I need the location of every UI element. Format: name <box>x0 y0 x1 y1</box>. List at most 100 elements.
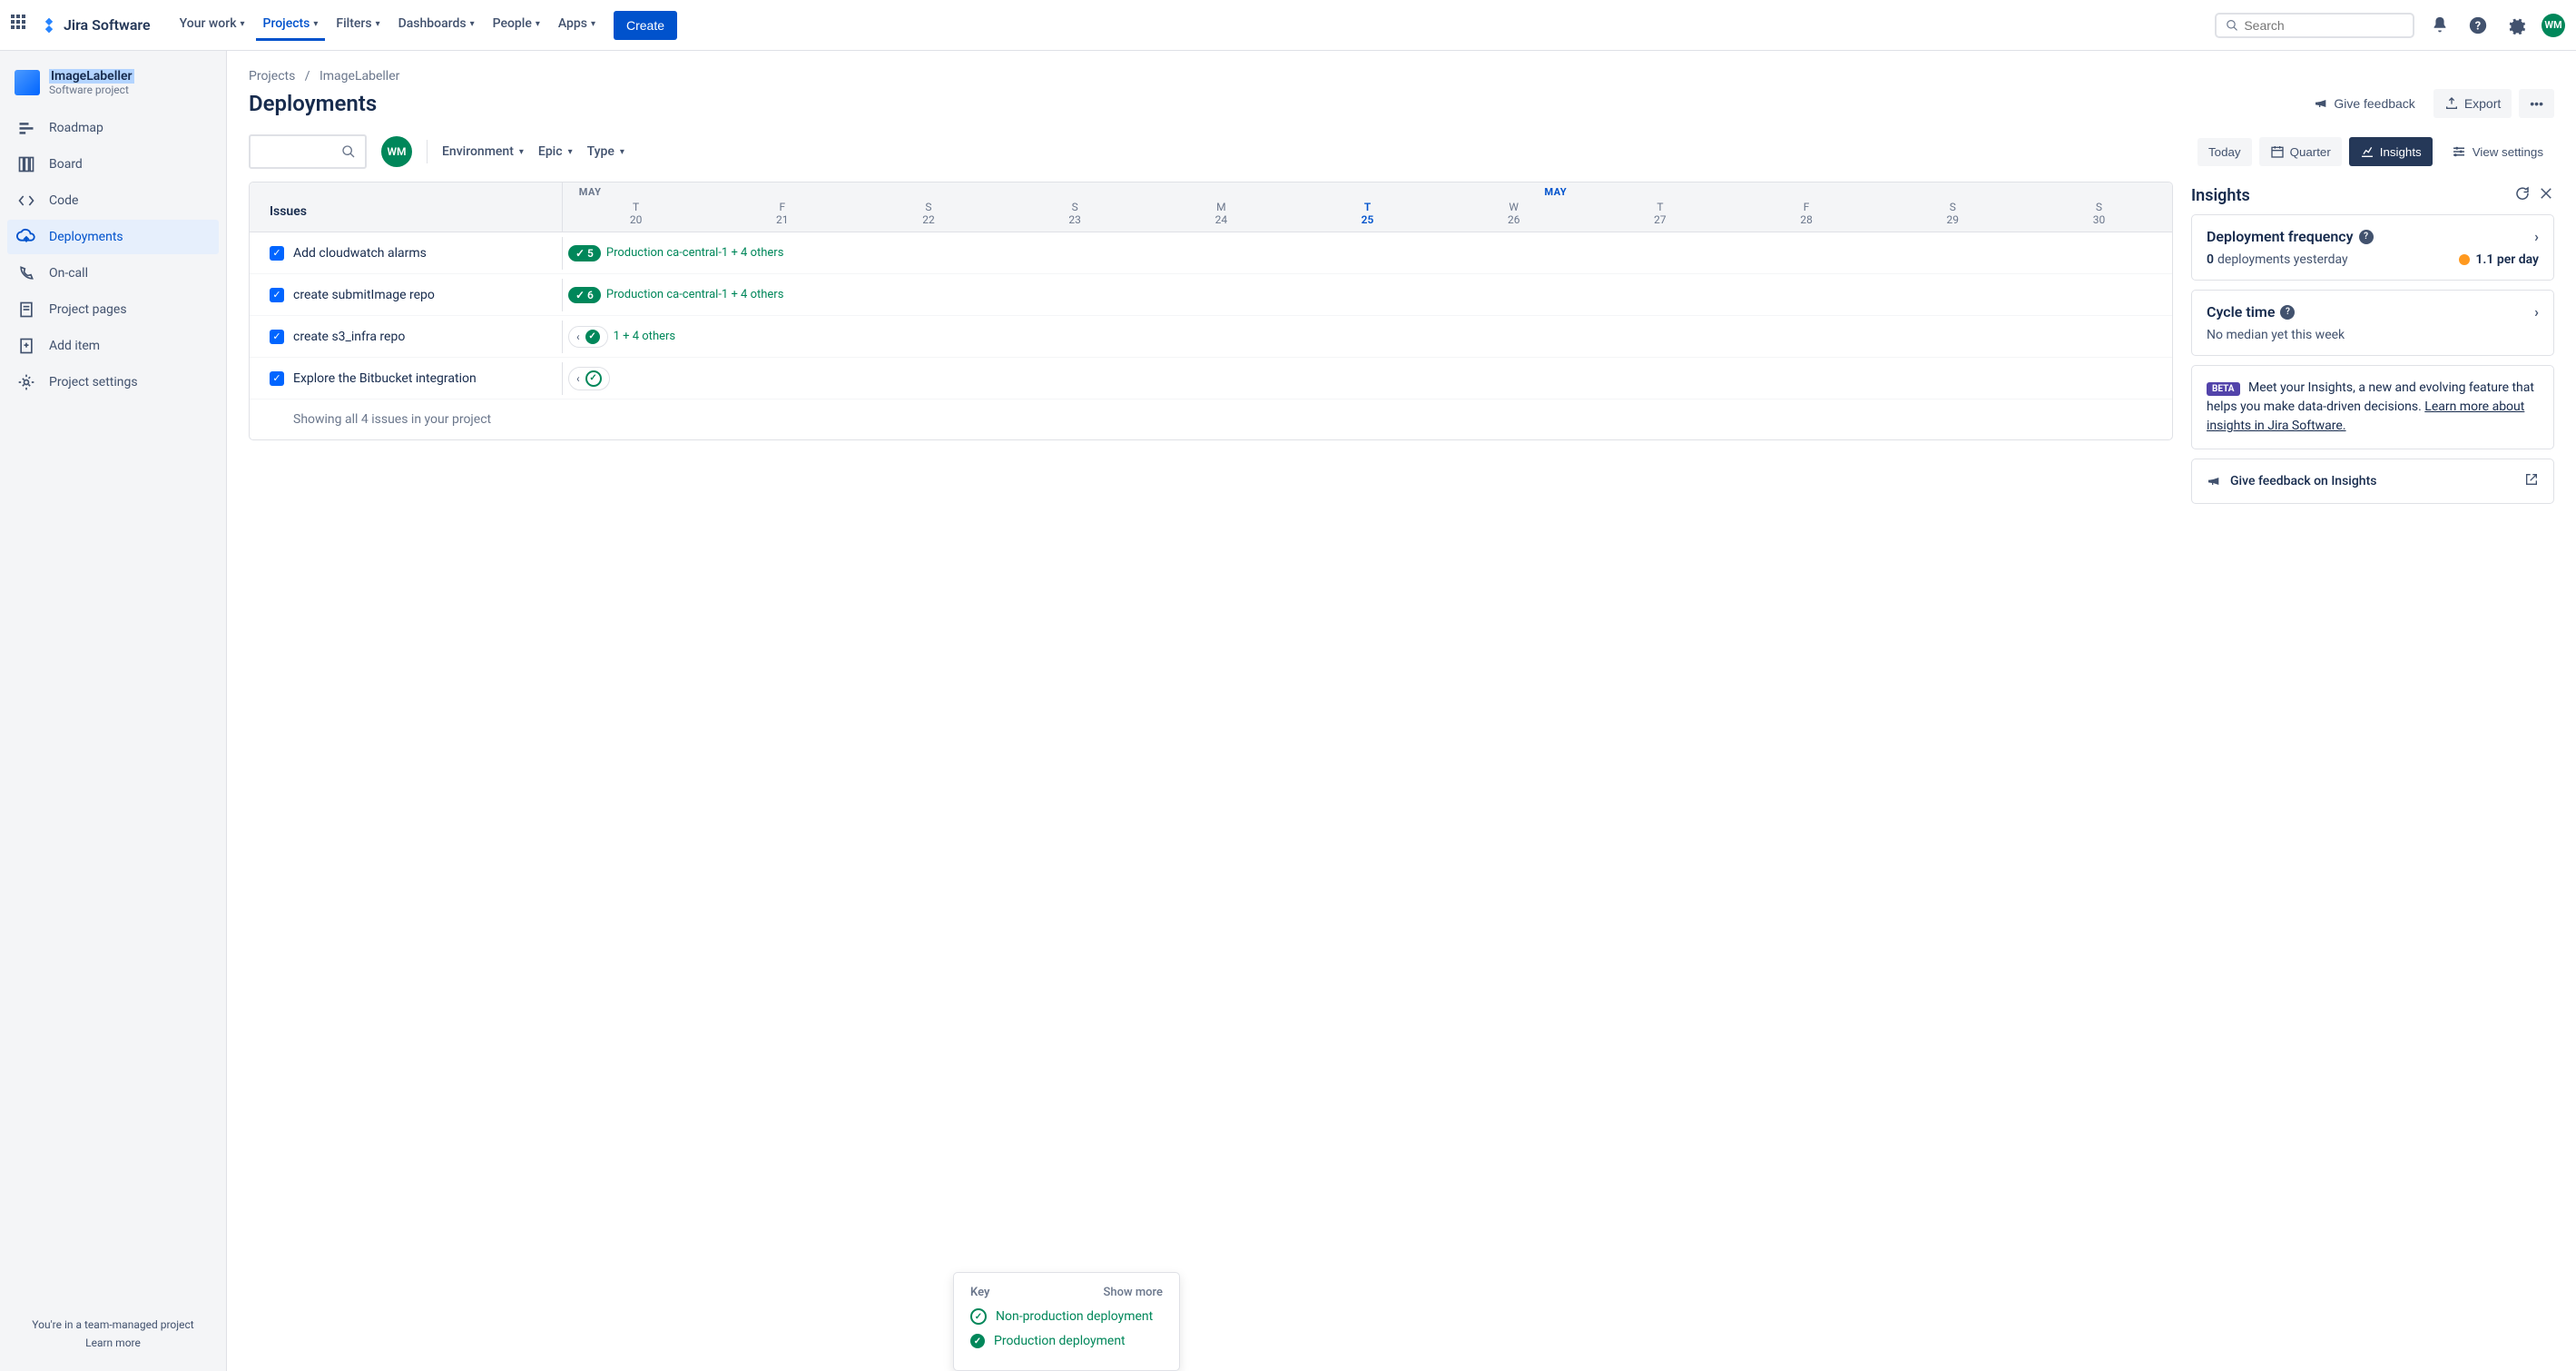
view-settings-button[interactable]: View settings <box>2440 136 2554 167</box>
filter-avatar[interactable]: WM <box>381 136 412 167</box>
deploy-cell: ✓ 6Production ca-central-1 + 4 others <box>563 287 2172 303</box>
svg-text:?: ? <box>2475 19 2481 33</box>
date-column: S22 <box>855 182 1001 232</box>
sidebar-item-add-item[interactable]: Add item <box>7 329 219 363</box>
add-icon <box>16 336 36 356</box>
breadcrumb-current[interactable]: ImageLabeller <box>320 69 399 84</box>
jira-logo[interactable]: Jira Software <box>40 16 151 35</box>
filter-search[interactable] <box>249 134 367 169</box>
issue-cell: ✓ create s3_infra repo <box>250 321 563 353</box>
beta-info-card: BETA Meet your Insights, a new and evolv… <box>2191 365 2554 449</box>
sidebar-item-oncall[interactable]: On-call <box>7 256 219 291</box>
nav-projects[interactable]: Projects▾ <box>256 9 326 41</box>
help-icon[interactable]: ? <box>2465 13 2491 38</box>
date-column: S30 <box>2026 182 2172 232</box>
chevron-right-icon: › <box>2534 228 2539 245</box>
key-item: ✓ Non-production deployment <box>970 1308 1163 1325</box>
issue-type-icon: ✓ <box>270 330 284 344</box>
issue-row[interactable]: ✓create s3_infra repo‹✓1 + 4 others <box>250 316 2172 358</box>
deploy-chip[interactable]: ‹✓ <box>568 326 608 348</box>
chevron-left-icon: ‹ <box>576 372 580 385</box>
issue-row[interactable]: ✓create submitImage repo✓ 6Production ca… <box>250 274 2172 316</box>
nav-people[interactable]: People▾ <box>486 9 547 41</box>
chevron-down-icon: ▾ <box>568 147 573 157</box>
settings-icon[interactable] <box>2503 13 2529 38</box>
sidebar-item-code[interactable]: Code <box>7 183 219 218</box>
app-switcher-icon[interactable] <box>11 15 33 36</box>
nav-filters[interactable]: Filters▾ <box>329 9 387 41</box>
refresh-icon[interactable] <box>2514 185 2531 205</box>
issue-cell: ✓create submitImage repo <box>250 279 563 311</box>
filter-epic[interactable]: Epic▾ <box>538 144 573 159</box>
show-more-link[interactable]: Show more <box>1104 1286 1164 1299</box>
issue-row[interactable]: ✓Explore the Bitbucket integration‹✓ <box>250 358 2172 399</box>
more-icon: ••• <box>2530 96 2543 111</box>
export-button[interactable]: Export <box>2433 89 2512 118</box>
nav-apps[interactable]: Apps▾ <box>551 9 603 41</box>
chevron-right-icon: › <box>2534 303 2539 321</box>
sidebar-item-deployments[interactable]: Deployments <box>7 220 219 254</box>
issue-title: create s3_infra repo <box>293 330 405 344</box>
chevron-down-icon: ▾ <box>536 19 540 29</box>
create-button[interactable]: Create <box>614 11 677 40</box>
search-input[interactable] <box>2244 18 2404 33</box>
deployment-frequency-card[interactable]: Deployment frequency ? › 0 deployments y… <box>2191 214 2554 281</box>
sidebar-item-project-settings[interactable]: Project settings <box>7 365 219 399</box>
deploy-cell: ‹✓1 + 4 others <box>563 326 2172 348</box>
today-button[interactable]: Today <box>2197 138 2252 166</box>
pages-icon <box>16 300 36 320</box>
chevron-left-icon: ‹ <box>576 330 580 343</box>
deploy-summary: Production ca-central-1 + 4 others <box>606 246 784 260</box>
chevron-down-icon: ▾ <box>620 147 624 157</box>
month-label: MAY <box>579 186 602 198</box>
deploy-summary: 1 + 4 others <box>614 330 676 343</box>
oncall-icon <box>16 263 36 283</box>
info-icon: ? <box>2359 230 2374 244</box>
search-icon <box>341 144 356 159</box>
issue-type-icon: ✓ <box>270 288 284 302</box>
insights-button[interactable]: Insights <box>2349 137 2433 166</box>
sidebar-item-roadmap[interactable]: Roadmap <box>7 111 219 145</box>
cycle-time-card[interactable]: Cycle time ? › No median yet this week <box>2191 290 2554 356</box>
breadcrumb: Projects / ImageLabeller <box>249 69 2554 84</box>
key-item: ✓ Production deployment <box>970 1334 1163 1348</box>
nav-your-work[interactable]: Your work▾ <box>172 9 252 41</box>
sidebar-item-project-pages[interactable]: Project pages <box>7 292 219 327</box>
check-circle-solid-icon: ✓ <box>970 1334 985 1348</box>
insights-feedback-card[interactable]: Give feedback on Insights <box>2191 459 2554 504</box>
close-icon[interactable] <box>2538 185 2554 205</box>
check-circle-solid-icon: ✓ <box>585 330 600 344</box>
project-icon <box>15 70 40 95</box>
insights-title: Insights <box>2191 186 2250 205</box>
timeline-footer: Showing all 4 issues in your project <box>250 399 2172 439</box>
filter-type[interactable]: Type▾ <box>587 144 624 159</box>
board-icon <box>16 154 36 174</box>
deploy-count-badge: ✓ 5 <box>568 245 601 261</box>
date-column: S29 <box>1880 182 2026 232</box>
page-title: Deployments <box>249 91 377 116</box>
divider <box>427 140 428 163</box>
nav-dashboards[interactable]: Dashboards▾ <box>391 9 482 41</box>
check-circle-outline-icon: ✓ <box>970 1308 987 1325</box>
more-button[interactable]: ••• <box>2519 89 2554 118</box>
date-column: S23 <box>1002 182 1148 232</box>
notifications-icon[interactable] <box>2427 13 2453 38</box>
project-header[interactable]: ImageLabeller Software project <box>7 65 219 111</box>
user-avatar[interactable]: WM <box>2542 14 2565 37</box>
month-label: MAY <box>1545 186 1568 198</box>
give-feedback-button[interactable]: Give feedback <box>2303 89 2426 118</box>
learn-more-link[interactable]: Learn more <box>15 1336 211 1349</box>
filter-environment[interactable]: Environment▾ <box>442 144 524 159</box>
deploy-chip[interactable]: ‹✓ <box>568 367 610 390</box>
deployments-icon <box>16 227 36 247</box>
quarter-button[interactable]: Quarter <box>2259 137 2342 166</box>
sidebar-item-board[interactable]: Board <box>7 147 219 182</box>
date-column: T25 <box>1294 182 1440 232</box>
issue-title: Explore the Bitbucket integration <box>293 371 477 386</box>
issue-row[interactable]: ✓Add cloudwatch alarms✓ 5Production ca-c… <box>250 232 2172 274</box>
project-name: ImageLabeller <box>49 69 134 84</box>
status-dot-icon <box>2459 254 2470 265</box>
breadcrumb-parent[interactable]: Projects <box>249 69 295 84</box>
search-box[interactable] <box>2215 13 2414 38</box>
insights-panel: Insights Deployment frequency ? › 0 depl… <box>2191 182 2554 513</box>
